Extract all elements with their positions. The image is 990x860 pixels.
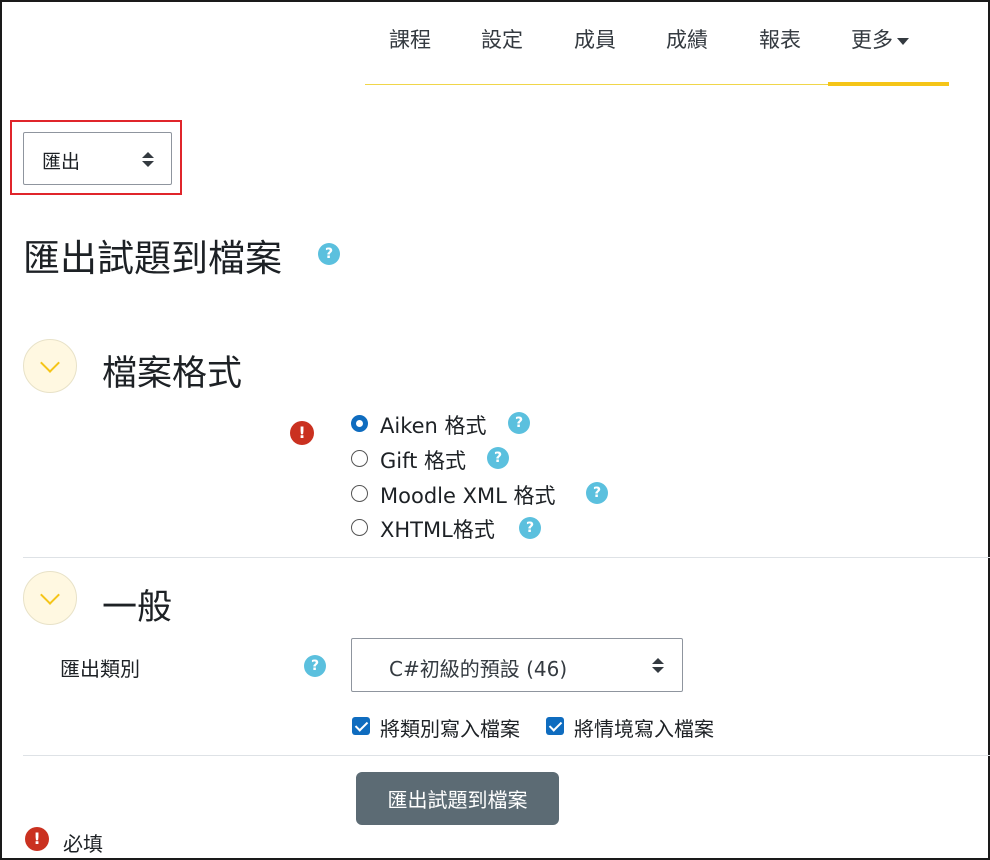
- question-bank-jump-select[interactable]: 匯出: [23, 132, 172, 185]
- section-title-general: 一般: [102, 588, 173, 628]
- nav-tab-grades[interactable]: 成績: [666, 24, 708, 54]
- required-icon: !: [290, 421, 314, 445]
- format-label-moodle-xml: Moodle XML 格式: [380, 484, 556, 508]
- radio-xhtml[interactable]: [351, 519, 368, 536]
- required-note: 必填: [63, 832, 103, 856]
- section-title-file-format: 檔案格式: [102, 354, 243, 394]
- help-icon[interactable]: ?: [586, 482, 608, 504]
- format-label-xhtml: XHTML格式: [380, 518, 495, 542]
- format-label-gift: Gift 格式: [380, 449, 467, 473]
- radio-moodle-xml[interactable]: [351, 485, 368, 502]
- nav-tab-more-label[interactable]: 更多: [851, 28, 893, 52]
- nav-tab-more[interactable]: 更多: [851, 24, 909, 54]
- section-divider: [23, 557, 990, 558]
- select-arrows-icon: [142, 152, 154, 168]
- help-icon[interactable]: ?: [487, 447, 509, 469]
- export-category-select[interactable]: C#初級的預設 (46): [351, 638, 683, 692]
- select-arrows-icon: [652, 658, 664, 674]
- write-context-checkbox[interactable]: [546, 717, 564, 735]
- write-category-label[interactable]: 將類別寫入檔案: [380, 713, 520, 742]
- export-submit-button[interactable]: 匯出試題到檔案: [356, 772, 559, 825]
- nav-tab-settings[interactable]: 設定: [481, 24, 523, 54]
- export-category-value: C#初級的預設 (46): [389, 657, 568, 681]
- page-title: 匯出試題到檔案: [23, 237, 282, 280]
- help-icon[interactable]: ?: [318, 243, 340, 265]
- nav-active-indicator: [828, 82, 949, 86]
- radio-gift[interactable]: [351, 450, 368, 467]
- export-category-label: 匯出類別: [60, 657, 140, 681]
- format-label-aiken: Aiken 格式: [380, 414, 487, 438]
- section-divider: [23, 755, 990, 756]
- radio-aiken[interactable]: [351, 415, 368, 432]
- help-icon[interactable]: ?: [508, 412, 530, 434]
- caret-down-icon: [897, 37, 909, 45]
- help-icon[interactable]: ?: [304, 655, 326, 677]
- collapse-file-format-button[interactable]: [23, 339, 77, 393]
- write-category-checkbox[interactable]: [352, 717, 370, 735]
- nav-tab-reports[interactable]: 報表: [759, 24, 801, 54]
- required-icon: !: [25, 827, 49, 851]
- jump-select-value: 匯出: [42, 151, 81, 173]
- write-context-label[interactable]: 將情境寫入檔案: [574, 713, 714, 742]
- collapse-general-button[interactable]: [23, 571, 77, 625]
- nav-tab-course[interactable]: 課程: [389, 24, 431, 54]
- nav-tab-participants[interactable]: 成員: [574, 24, 616, 54]
- help-icon[interactable]: ?: [519, 517, 541, 539]
